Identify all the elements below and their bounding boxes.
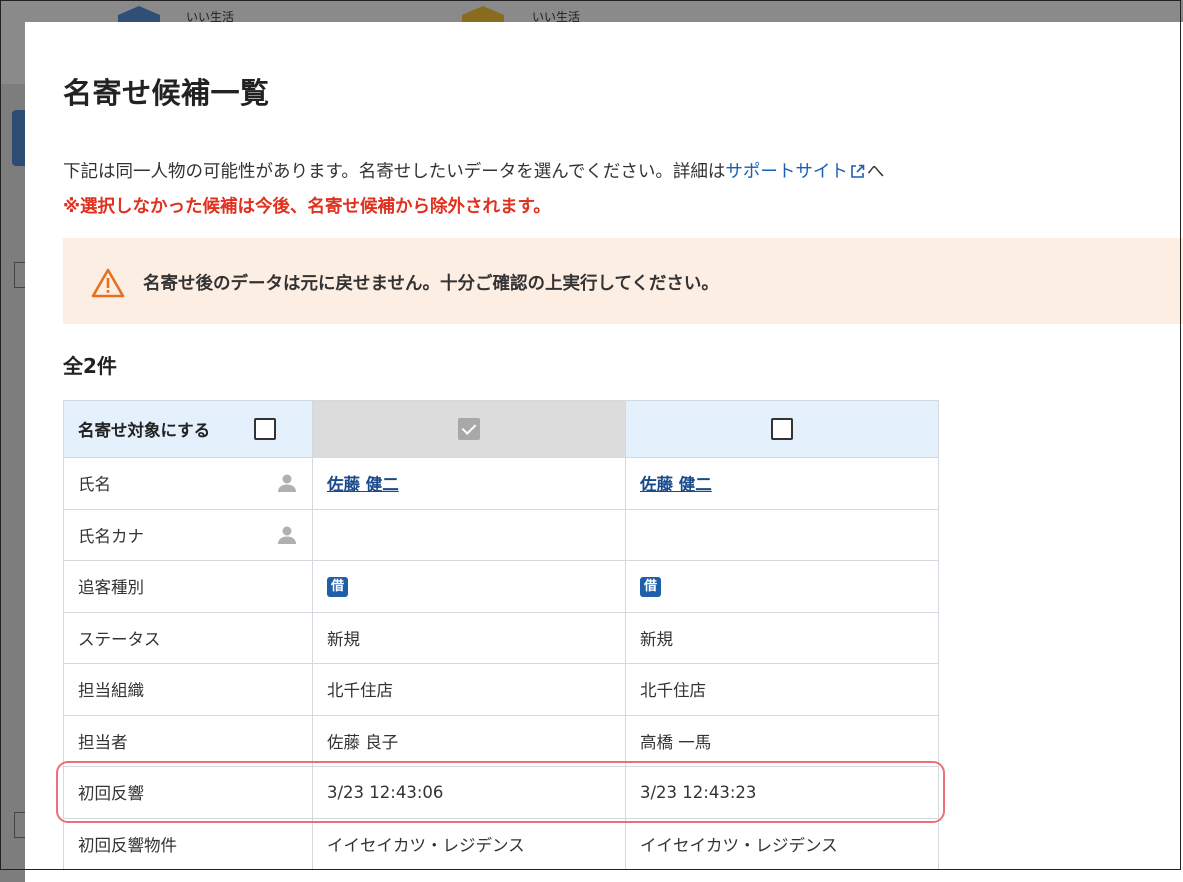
row-label-cell: ステータス	[63, 611, 313, 664]
candidate-1-cell: イイセイカツ・レジデンス	[312, 817, 626, 870]
support-link-label: サポートサイト	[725, 162, 848, 182]
candidate-1-cell: 北千住店	[312, 663, 626, 716]
candidate-1-header	[312, 400, 626, 458]
candidate-2-cell: イイセイカツ・レジデンス	[625, 817, 939, 870]
candidate-1-cell: 借	[312, 560, 626, 613]
table-row: 担当組織 北千住店 北千住店	[63, 663, 939, 716]
alert-text: 名寄せ後のデータは元に戻せません。十分ご確認の上実行してください。	[143, 274, 719, 294]
candidate-2-cell: 佐藤 健二	[625, 457, 939, 510]
row-label: 氏名	[78, 475, 111, 495]
background-sidebar-marker	[14, 262, 25, 288]
candidate-2-cell: 借	[625, 560, 939, 613]
row-label-cell: 初回反響物件	[63, 817, 313, 870]
table-header-row: 名寄せ対象にする	[63, 400, 939, 458]
annotation-highlight	[56, 761, 945, 823]
irreversible-alert: 名寄せ後のデータは元に戻せません。十分ご確認の上実行してください。	[63, 238, 1183, 324]
candidate-1-cell: 佐藤 良子	[312, 714, 626, 767]
person-icon	[278, 526, 296, 544]
row-label-cell: 担当組織	[63, 663, 313, 716]
row-label-cell: 氏名カナ	[63, 508, 313, 561]
candidate-2-checkbox[interactable]	[771, 418, 793, 440]
row-label-cell: 氏名	[63, 457, 313, 510]
candidate-1-checkbox[interactable]	[458, 418, 480, 440]
table-row: 初回反響物件 イイセイカツ・レジデンス イイセイカツ・レジデンス	[63, 817, 939, 870]
row-label-cell: 担当者	[63, 714, 313, 767]
background-sidebar-button	[12, 110, 26, 166]
warning-triangle-icon	[91, 268, 125, 298]
merge-target-label: 名寄せ対象にする	[78, 421, 211, 440]
candidate-2-cell	[625, 508, 939, 561]
exclusion-warning: ※選択しなかった候補は今後、名寄せ候補から除外されます。	[63, 197, 551, 217]
support-site-link[interactable]: サポートサイト	[725, 162, 867, 182]
candidate-2-cell: 新規	[625, 611, 939, 664]
candidate-1-name-link[interactable]: 佐藤 健二	[327, 475, 399, 494]
candidate-1-cell: 佐藤 健二	[312, 457, 626, 510]
table-row: ステータス 新規 新規	[63, 611, 939, 664]
table-row: 氏名 佐藤 健二 佐藤 健二	[63, 457, 939, 510]
modal-description: 下記は同一人物の可能性があります。名寄せしたいデータを選んでください。詳細はサポ…	[63, 158, 884, 183]
description-text: 下記は同一人物の可能性があります。名寄せしたいデータを選んでください。詳細は	[63, 162, 726, 182]
tracking-type-badge: 借	[327, 577, 349, 598]
table-row: 担当者 佐藤 良子 高橋 一馬	[63, 714, 939, 767]
modal-title: 名寄せ候補一覧	[63, 76, 270, 110]
candidate-1-cell	[312, 508, 626, 561]
person-icon	[278, 474, 296, 493]
select-all-header: 名寄せ対象にする	[63, 400, 313, 458]
external-link-icon	[851, 164, 865, 178]
select-all-checkbox[interactable]	[254, 418, 276, 440]
candidate-2-header	[625, 400, 939, 458]
candidate-2-cell: 高橋 一馬	[625, 714, 939, 767]
tracking-type-badge: 借	[640, 577, 662, 598]
candidate-2-cell: 北千住店	[625, 663, 939, 716]
table-row: 追客種別 借 借	[63, 560, 939, 613]
row-label-cell: 追客種別	[63, 560, 313, 613]
result-count: 全2件	[63, 354, 117, 378]
table-row: 氏名カナ	[63, 508, 939, 561]
candidate-2-name-link[interactable]: 佐藤 健二	[640, 475, 712, 494]
merge-candidates-modal: 名寄せ候補一覧 下記は同一人物の可能性があります。名寄せしたいデータを選んでくだ…	[25, 22, 1183, 882]
background-sidebar-marker	[14, 812, 25, 838]
candidate-1-cell: 新規	[312, 611, 626, 664]
description-suffix: へ	[866, 162, 885, 182]
row-label: 氏名カナ	[78, 526, 144, 546]
